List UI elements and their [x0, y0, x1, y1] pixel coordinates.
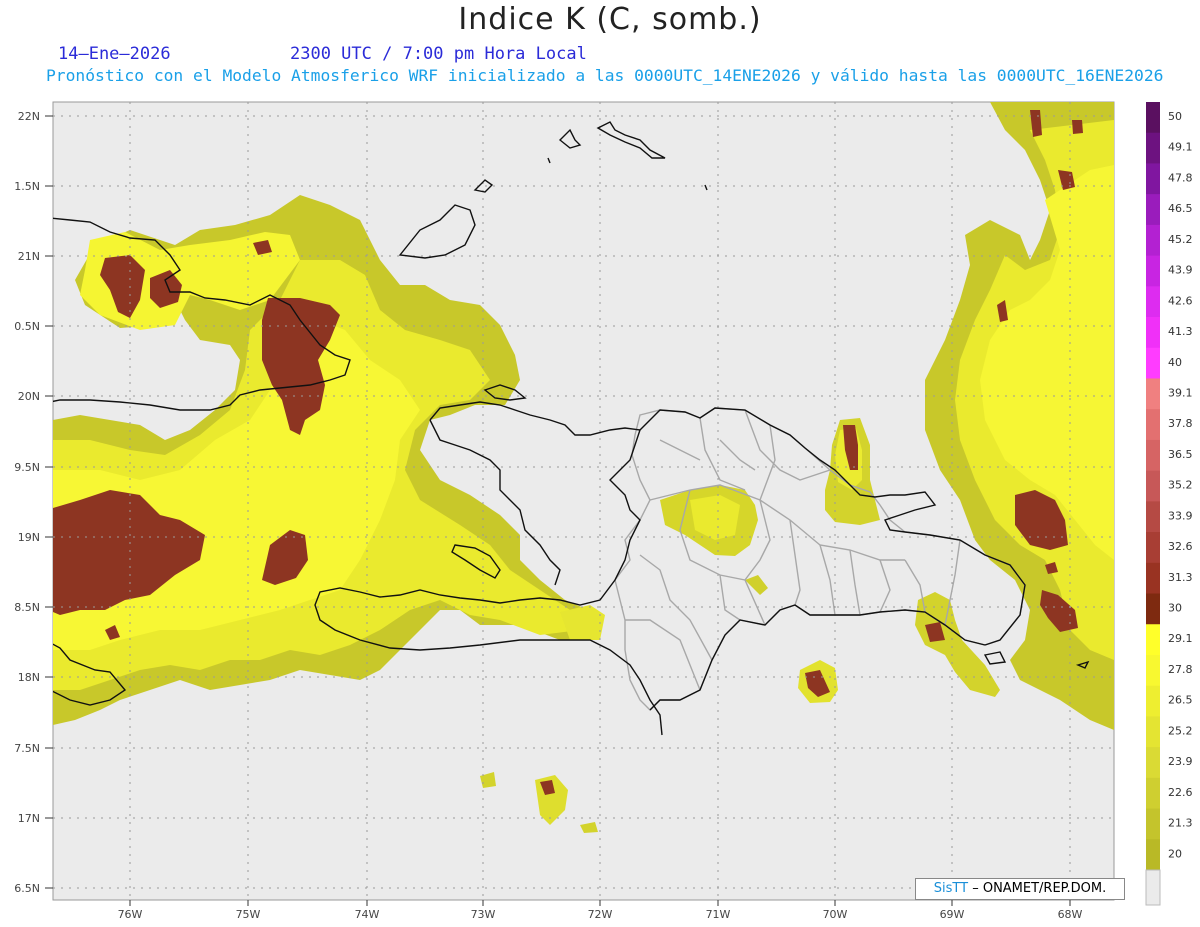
lat-label: 17N [18, 812, 40, 825]
legend-label: 25.2 [1168, 724, 1193, 737]
legend-label: 30 [1168, 602, 1182, 615]
lat-label: 19N [18, 531, 40, 544]
legend-label: 32.6 [1168, 540, 1193, 553]
lon-label: 76W [118, 908, 143, 921]
legend-label: 42.6 [1168, 294, 1193, 307]
legend-label: 39.1 [1168, 386, 1193, 399]
legend-swatch [1146, 839, 1160, 871]
legend-swatch [1146, 747, 1160, 779]
sis-logo: SisTT [933, 881, 969, 896]
legend-label: 35.2 [1168, 479, 1193, 492]
lat-label: 1.5N [14, 180, 40, 193]
legend-swatch [1146, 317, 1160, 349]
lon-label: 72W [588, 908, 613, 921]
legend-label: 33.9 [1168, 509, 1193, 522]
legend-swatch [1146, 194, 1160, 226]
legend-swatch [1146, 685, 1160, 717]
legend-swatch [1146, 286, 1160, 318]
credit-text: – ONAMET/REP.DOM. [972, 881, 1107, 896]
legend-swatch [1146, 562, 1160, 595]
map-figure: 22N 1.5N 21N 0.5N 20N 9.5N 19N 8.5N 18N … [14, 101, 1193, 921]
legend-swatch [1146, 255, 1160, 287]
lat-label: 7.5N [14, 742, 40, 755]
legend-swatch [1146, 624, 1160, 656]
legend-label: 47.8 [1168, 171, 1193, 184]
legend-label: 26.5 [1168, 694, 1193, 707]
legend-label: 21.3 [1168, 817, 1193, 830]
legend-label: 37.8 [1168, 417, 1193, 430]
legend-swatch [1146, 409, 1160, 441]
legend-swatch [1146, 777, 1160, 810]
legend-label: 49.1 [1168, 141, 1193, 154]
lon-label: 74W [355, 908, 380, 921]
lon-label: 70W [823, 908, 848, 921]
lon-label: 68W [1058, 908, 1083, 921]
legend-label: 46.5 [1168, 202, 1193, 215]
lon-label: 75W [236, 908, 261, 921]
lat-label: 0.5N [14, 320, 40, 333]
lat-label: 18N [18, 671, 40, 684]
legend-below-swatch [1145, 869, 1161, 906]
legend-swatch [1146, 102, 1160, 134]
legend-swatch [1146, 378, 1160, 410]
legend-label: 45.2 [1168, 233, 1193, 246]
lat-label: 6.5N [14, 882, 40, 895]
legend-swatch [1146, 808, 1160, 840]
legend-swatch [1146, 593, 1160, 625]
legend-swatch [1146, 439, 1160, 472]
lon-label: 69W [940, 908, 965, 921]
legend-label: 43.9 [1168, 264, 1193, 277]
legend-swatch [1146, 532, 1160, 564]
legend-swatch [1146, 224, 1160, 257]
lat-label: 9.5N [14, 461, 40, 474]
lat-label: 22N [18, 110, 40, 123]
legend-label: 23.9 [1168, 755, 1193, 768]
legend-label: 22.6 [1168, 786, 1193, 799]
legend-swatch [1146, 654, 1160, 687]
legend-label: 27.8 [1168, 663, 1193, 676]
lat-label: 8.5N [14, 601, 40, 614]
legend-swatch [1146, 470, 1160, 502]
legend-label: 40 [1168, 356, 1182, 369]
legend-swatch [1146, 132, 1160, 164]
legend-label: 50 [1168, 110, 1182, 123]
legend-label: 36.5 [1168, 448, 1193, 461]
legend-label: 31.3 [1168, 571, 1193, 584]
legend-swatch [1146, 163, 1160, 195]
lon-label: 71W [706, 908, 731, 921]
lat-label: 21N [18, 250, 40, 263]
legend-label: 41.3 [1168, 325, 1193, 338]
cell-atlantic-5 [1072, 120, 1083, 134]
legend-swatch [1146, 716, 1160, 748]
lat-label: 20N [18, 390, 40, 403]
lon-label: 73W [471, 908, 496, 921]
legend-swatch [1146, 347, 1160, 379]
colorbar-legend: 50 49.1 47.8 46.5 45.2 43.9 42.6 41.3 40 39.1 37.8… [1145, 102, 1193, 906]
legend-label: 29.1 [1168, 632, 1193, 645]
legend-label: 20 [1168, 847, 1182, 860]
credit-box: SisTT – ONAMET/REP.DOM. [915, 878, 1125, 900]
legend-swatch [1146, 501, 1160, 533]
